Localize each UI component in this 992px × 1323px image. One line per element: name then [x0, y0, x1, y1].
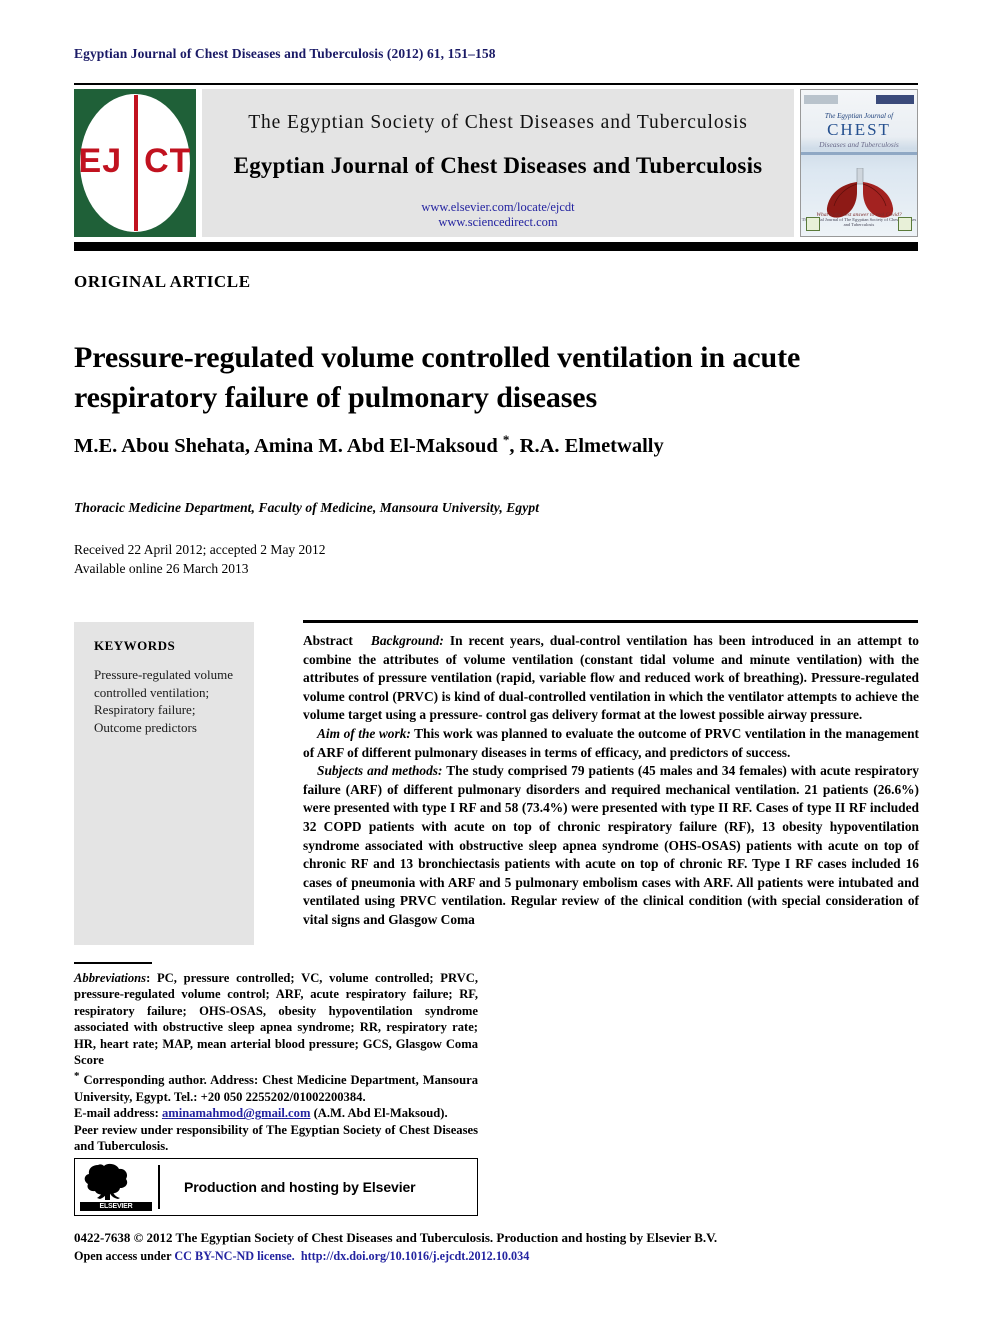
- page-title: Pressure-regulated volume controlled ven…: [74, 341, 801, 415]
- cover-publisher-mark: [804, 95, 838, 104]
- abstract-methods-label: Subjects and methods:: [317, 763, 443, 779]
- affiliation: Thoracic Medicine Department, Faculty of…: [74, 500, 540, 515]
- logo-text-group: EJ CT: [74, 141, 196, 181]
- abbreviations-note: Abbreviations: PC, pressure controlled; …: [74, 970, 478, 1068]
- keywords-box: KEYWORDS Pressure-regulated volume contr…: [74, 622, 254, 945]
- production-box-divider: [158, 1165, 160, 1209]
- email-suffix: (A.M. Abd El-Maksoud).: [310, 1106, 448, 1121]
- doi-link[interactable]: http://dx.doi.org/10.1016/j.ejcdt.2012.1…: [301, 1249, 530, 1263]
- keywords-list: Pressure-regulated volume controlled ven…: [94, 667, 233, 735]
- elsevier-wordmark: ELSEVIER: [80, 1202, 152, 1211]
- cover-indexing-mark: [876, 95, 914, 104]
- authors-pre: M.E. Abou Shehata, Amina M. Abd El-Makso…: [74, 434, 503, 457]
- email-link[interactable]: aminamahmod@gmail.com: [162, 1106, 311, 1120]
- corresponding-author-note: * Corresponding author. Address: Chest M…: [74, 1068, 478, 1105]
- keywords-heading: KEYWORDS: [94, 638, 176, 653]
- abstract-top-rule: [303, 620, 918, 623]
- abstract: Abstract Background: In recent years, du…: [303, 632, 919, 930]
- society-name: The Egyptian Society of Chest Diseases a…: [248, 112, 748, 133]
- abbreviations-label: Abbreviations: [74, 971, 147, 985]
- cover-horizon-band: [801, 152, 917, 155]
- cover-topbar: [804, 93, 914, 106]
- masthead-top-rule: [74, 83, 918, 85]
- abstract-background-label: Background:: [370, 633, 444, 648]
- license-link[interactable]: CC BY-NC-ND license.: [174, 1249, 294, 1263]
- available-online-date: Available online 26 March 2013: [74, 561, 249, 576]
- ejct-logo: EJ CT: [74, 89, 196, 237]
- open-access-label: Open access under: [74, 1249, 175, 1263]
- journal-urls: www.elsevier.com/locate/ejcdt www.scienc…: [202, 200, 794, 230]
- authors-post: , R.A. Elmetwally: [509, 434, 664, 457]
- journal-masthead: EJ CT The Egyptian Society of Chest Disea…: [74, 83, 918, 251]
- license-line: Open access under CC BY-NC-ND license. h…: [74, 1247, 934, 1265]
- elsevier-tree-icon: [84, 1163, 128, 1200]
- production-hosting-box: ELSEVIER Production and hosting by Elsev…: [74, 1158, 478, 1216]
- abstract-background-paragraph: Abstract Background: In recent years, du…: [303, 632, 919, 725]
- masthead-center-panel: The Egyptian Society of Chest Diseases a…: [202, 89, 794, 237]
- cover-badge-left: [806, 217, 820, 231]
- link-elsevier-locate[interactable]: www.elsevier.com/locate/ejcdt: [202, 200, 794, 215]
- email-note: E-mail address: aminamahmod@gmail.com (A…: [74, 1105, 478, 1121]
- cover-line-2: CHEST: [827, 120, 891, 139]
- cover-line-1: The Egyptian Journal of: [824, 112, 894, 120]
- footnotes-block: Abbreviations: PC, pressure controlled; …: [74, 970, 478, 1155]
- journal-name: Egyptian Journal of Chest Diseases and T…: [233, 153, 763, 178]
- publication-dates: Received 22 April 2012; accepted 2 May 2…: [74, 540, 574, 578]
- abstract-methods-paragraph: Subjects and methods: The study comprise…: [303, 762, 919, 929]
- journal-cover-thumbnail: The Egyptian Journal of CHEST Diseases a…: [800, 89, 918, 237]
- abstract-methods-text: The study comprised 79 patients (45 male…: [303, 763, 919, 927]
- copyright-line: 0422-7638 © 2012 The Egyptian Society of…: [74, 1230, 718, 1245]
- masthead-bottom-rule: [74, 242, 918, 251]
- article-first-page: Egyptian Journal of Chest Diseases and T…: [0, 0, 992, 1323]
- abbreviations-text: : PC, pressure controlled; VC, volume co…: [74, 971, 478, 1068]
- email-label: E-mail address:: [74, 1106, 162, 1121]
- abstract-aim-paragraph: Aim of the work: This work was planned t…: [303, 725, 919, 762]
- logo-text-ej: EJ: [78, 142, 123, 180]
- abstract-aim-label: Aim of the work:: [317, 725, 411, 741]
- received-accepted-date: Received 22 April 2012; accepted 2 May 2…: [74, 542, 326, 557]
- peer-review-note: Peer review under responsibility of The …: [74, 1122, 478, 1154]
- running-head: Egyptian Journal of Chest Diseases and T…: [74, 46, 496, 61]
- link-sciencedirect[interactable]: www.sciencedirect.com: [202, 215, 794, 230]
- elsevier-logo: ELSEVIER: [80, 1161, 152, 1213]
- author-list: M.E. Abou Shehata, Amina M. Abd El-Makso…: [74, 432, 874, 458]
- copyright-block: 0422-7638 © 2012 The Egyptian Society of…: [74, 1229, 934, 1265]
- corresponding-author-text: Corresponding author. Address: Chest Med…: [74, 1073, 478, 1105]
- abstract-label: Abstract: [303, 633, 353, 648]
- cover-badge-right: [898, 217, 912, 231]
- production-hosting-text: Production and hosting by Elsevier: [184, 1179, 416, 1195]
- logo-text-ct: CT: [144, 142, 192, 180]
- cover-line-3: Diseases and Tuberculosis: [819, 140, 899, 149]
- article-type-label: ORIGINAL ARTICLE: [74, 272, 251, 291]
- footnote-separator-rule: [74, 962, 152, 964]
